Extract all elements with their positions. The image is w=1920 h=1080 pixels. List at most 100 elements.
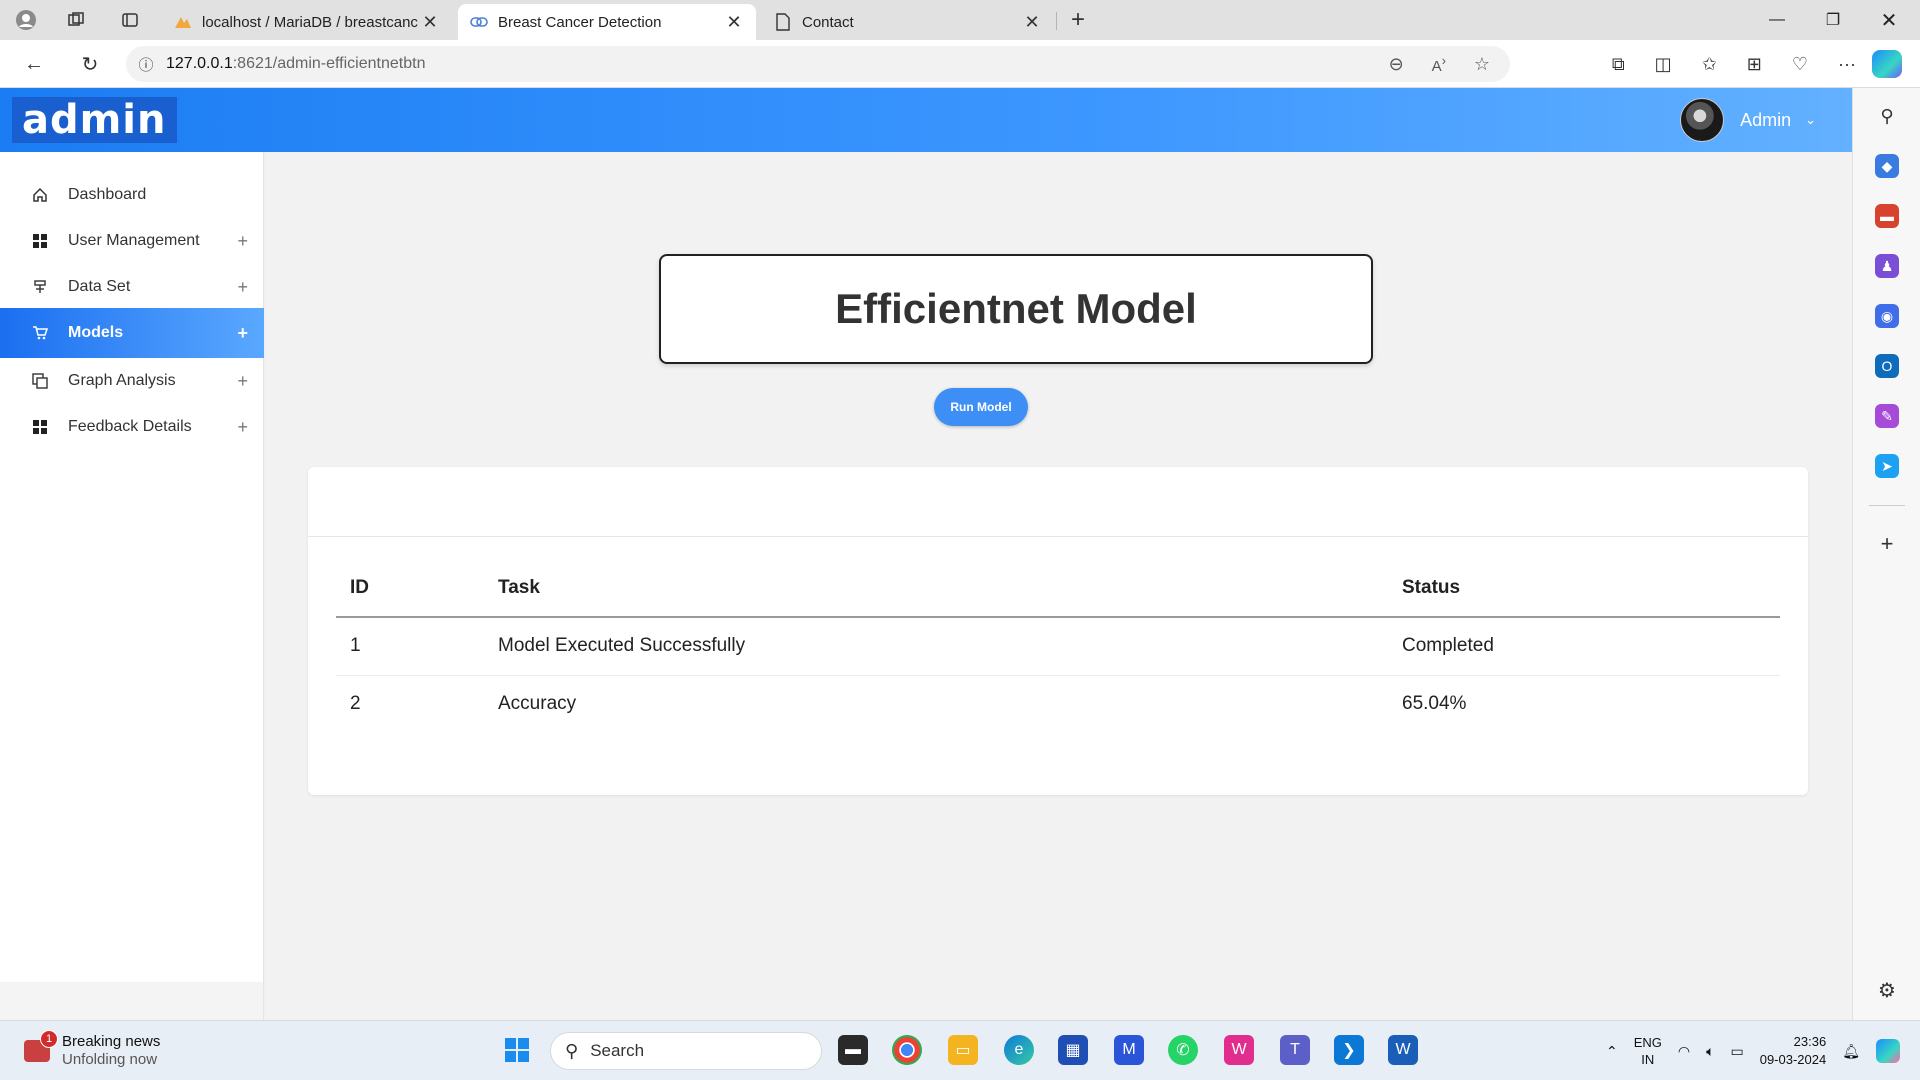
tab-breast-cancer-detection[interactable]: Breast Cancer Detection ✕ [458, 4, 756, 40]
cell-task: Model Executed Successfully [484, 617, 1388, 676]
run-model-button[interactable]: Run Model [934, 388, 1028, 426]
browser-toolbar: ← ↻ ⓘ 127.0.0.1:8621/admin-efficientnetb… [0, 40, 1920, 88]
sidebar-item-dashboard[interactable]: Dashboard [0, 172, 264, 218]
sidebar-item-models[interactable]: Models + [0, 308, 264, 358]
address-bar[interactable]: ⓘ 127.0.0.1:8621/admin-efficientnetbtn ⊖… [126, 46, 1510, 82]
wifi-icon[interactable]: ◠ [1678, 1043, 1690, 1060]
tab-contact[interactable]: Contact ✕ [762, 4, 1054, 40]
reload-icon[interactable]: ↻ [76, 50, 104, 78]
collections-icon[interactable]: ⊞ [1747, 54, 1762, 75]
profile-icon[interactable] [12, 6, 40, 34]
sidebar-item-label: Graph Analysis [68, 372, 176, 389]
expand-plus-icon[interactable]: + [237, 371, 248, 392]
minimize-icon[interactable]: — [1752, 0, 1802, 40]
close-window-icon[interactable]: ✕ [1864, 0, 1914, 40]
cell-status: Completed [1388, 617, 1780, 676]
grid-icon [30, 417, 50, 437]
browser-tab-strip: localhost / MariaDB / breastcanc ✕ Breas… [0, 0, 1920, 40]
sidebar-item-data-set[interactable]: Data Set + [0, 264, 264, 310]
news-title: Breaking news [62, 1033, 161, 1050]
copilot-app-icon[interactable]: ◉ [1875, 304, 1899, 328]
url-host: 127.0.0.1 [166, 55, 233, 72]
admin-logo[interactable]: admin [12, 97, 177, 143]
games-icon[interactable]: ♟ [1875, 254, 1899, 278]
sidebar-item-label: Dashboard [68, 186, 147, 203]
more-menu-icon[interactable]: ··· [1838, 54, 1856, 75]
expand-plus-icon[interactable]: + [237, 231, 248, 252]
sidebar-item-graph-analysis[interactable]: Graph Analysis + [0, 358, 264, 404]
chrome-icon[interactable] [892, 1035, 922, 1065]
cell-id: 2 [350, 693, 361, 715]
read-aloud-icon[interactable]: A› [1432, 54, 1446, 75]
language-code: ENG [1633, 1035, 1662, 1050]
system-tray: ⌃ ENG IN ◠ 🔈︎ ▭ 23:36 09-03-2024 🔔︎ [1606, 1021, 1900, 1080]
favorite-star-icon[interactable]: ☆ [1474, 54, 1490, 75]
performance-icon[interactable]: ♡ [1792, 54, 1808, 75]
split-screen-icon[interactable]: ◫ [1655, 54, 1672, 75]
add-icon[interactable]: + [1875, 531, 1899, 556]
sidebar-footer [0, 982, 264, 1020]
chevron-up-icon[interactable]: ⌃ [1606, 1043, 1618, 1060]
send-icon[interactable]: ➤ [1875, 454, 1899, 478]
expand-plus-icon[interactable]: + [237, 323, 248, 344]
copilot-taskbar-icon[interactable] [1876, 1039, 1900, 1063]
column-header-id: ID [336, 559, 484, 618]
word-icon[interactable]: W [1388, 1035, 1418, 1065]
file-explorer-icon[interactable]: ▭ [948, 1035, 978, 1065]
taskbar-search[interactable]: ⚲ Search [550, 1032, 822, 1070]
favorites-icon[interactable]: ✩ [1702, 54, 1717, 75]
results-table: ID Task Status 1 Model Executed Successf… [336, 559, 1780, 733]
mobaxterm-icon[interactable]: M [1114, 1035, 1144, 1065]
table-row: 1 Model Executed Successfully Completed [336, 617, 1780, 676]
close-tab-icon[interactable]: ✕ [1022, 12, 1042, 33]
teams-icon[interactable]: T [1280, 1035, 1310, 1065]
volume-icon[interactable]: 🔈︎ [1706, 1043, 1714, 1060]
close-tab-icon[interactable]: ✕ [420, 12, 440, 33]
clock-date: 09-03-2024 [1759, 1052, 1827, 1067]
tools-icon[interactable]: ▬ [1875, 204, 1899, 228]
zoom-out-icon[interactable]: ⊖ [1389, 54, 1404, 75]
user-menu[interactable]: Admin ⌄ [1680, 98, 1816, 142]
edge-browser-icon[interactable]: e [1004, 1035, 1034, 1065]
notification-bell-icon[interactable]: 🔔︎ [1842, 1043, 1860, 1060]
column-header-task: Task [484, 559, 1388, 618]
back-icon[interactable]: ← [20, 50, 48, 78]
new-tab-icon[interactable]: + [1064, 6, 1092, 34]
restore-icon[interactable]: ❐ [1808, 0, 1858, 40]
clock[interactable]: 23:36 09-03-2024 [1760, 1033, 1827, 1069]
expand-plus-icon[interactable]: + [237, 277, 248, 298]
outlook-icon[interactable]: O [1875, 354, 1899, 378]
tab-phpmyadmin[interactable]: localhost / MariaDB / breastcanc ✕ [162, 4, 452, 40]
sidebar-item-user-management[interactable]: User Management + [0, 218, 264, 264]
language-indicator[interactable]: ENG IN [1634, 1034, 1662, 1068]
close-tab-icon[interactable]: ✕ [724, 12, 744, 33]
tab-actions-icon[interactable] [116, 6, 144, 34]
app-header: admin Admin ⌄ [0, 88, 1852, 152]
whatsapp-icon[interactable]: ✆ [1168, 1035, 1198, 1065]
sidebar-item-feedback-details[interactable]: Feedback Details + [0, 404, 264, 450]
designer-icon[interactable]: ✎ [1875, 404, 1899, 428]
settings-gear-icon[interactable]: ⚙ [1875, 978, 1899, 1002]
table-header-row: ID Task Status [336, 559, 1780, 618]
page-icon [774, 13, 792, 31]
search-icon[interactable]: ⚲ [1875, 104, 1899, 128]
notification-badge: 1 [40, 1030, 58, 1048]
site-info-icon[interactable]: ⓘ [126, 54, 166, 75]
windows-start-icon[interactable] [502, 1035, 532, 1065]
card-header [308, 467, 1808, 537]
wampserver-icon[interactable]: W [1224, 1035, 1254, 1065]
microsoft-store-icon[interactable]: ▦ [1058, 1035, 1088, 1065]
page-title: Efficientnet Model [835, 285, 1197, 332]
phpmyadmin-icon [174, 13, 192, 31]
vscode-icon[interactable]: ❯ [1334, 1035, 1364, 1065]
news-widget[interactable]: 1 Breaking news Unfolding now [24, 1030, 161, 1071]
battery-icon[interactable]: ▭ [1730, 1043, 1743, 1060]
extensions-icon[interactable]: ⧉ [1612, 54, 1625, 75]
expand-plus-icon[interactable]: + [237, 417, 248, 438]
task-view-icon[interactable]: ▬ [838, 1035, 868, 1065]
shopping-icon[interactable]: ◆ [1875, 154, 1899, 178]
workspaces-icon[interactable] [62, 6, 90, 34]
tab-title: Contact [802, 13, 854, 31]
user-name: Admin [1740, 109, 1792, 130]
copilot-icon[interactable] [1872, 50, 1902, 78]
